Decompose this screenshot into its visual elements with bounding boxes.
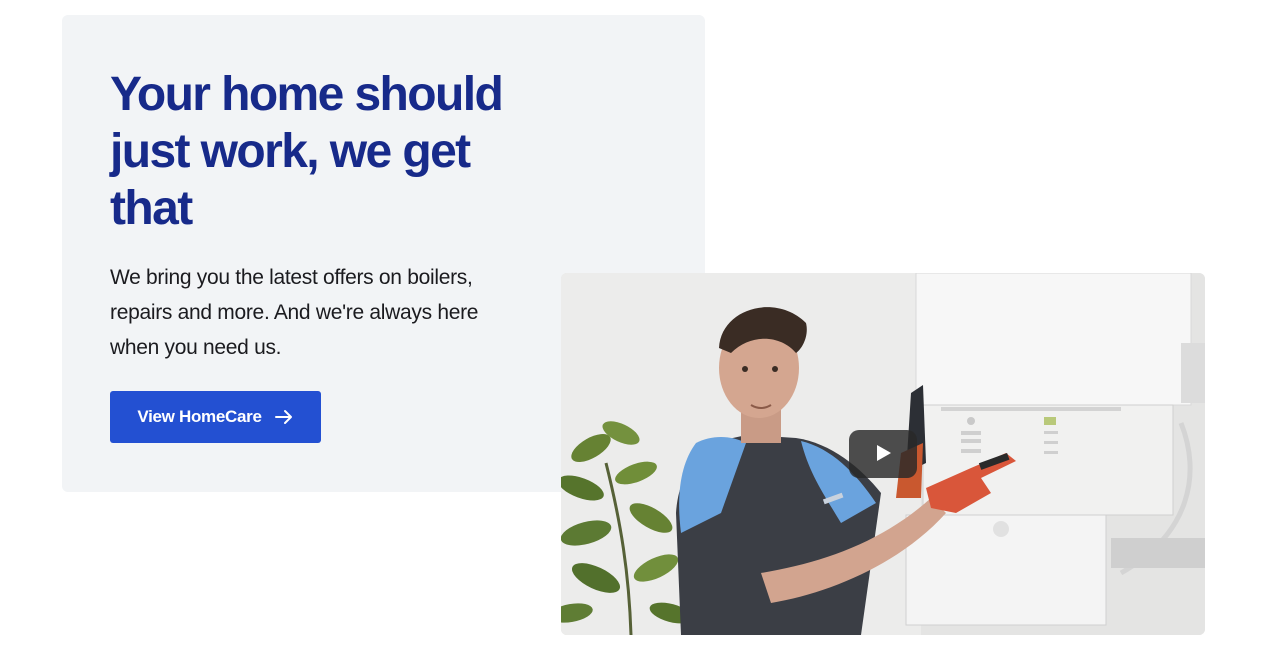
arrow-right-icon — [274, 407, 294, 427]
promo-description: We bring you the latest offers on boiler… — [110, 266, 479, 359]
video-player[interactable] — [561, 273, 1205, 635]
view-homecare-button-label: View HomeCare — [137, 407, 262, 426]
homecare-section: Your home should just work, we get that … — [0, 0, 1270, 647]
play-button[interactable] — [849, 430, 917, 478]
page-title: Your home should just work, we get that — [110, 68, 504, 235]
view-homecare-button[interactable]: View HomeCare — [110, 391, 321, 443]
play-icon — [873, 443, 893, 466]
